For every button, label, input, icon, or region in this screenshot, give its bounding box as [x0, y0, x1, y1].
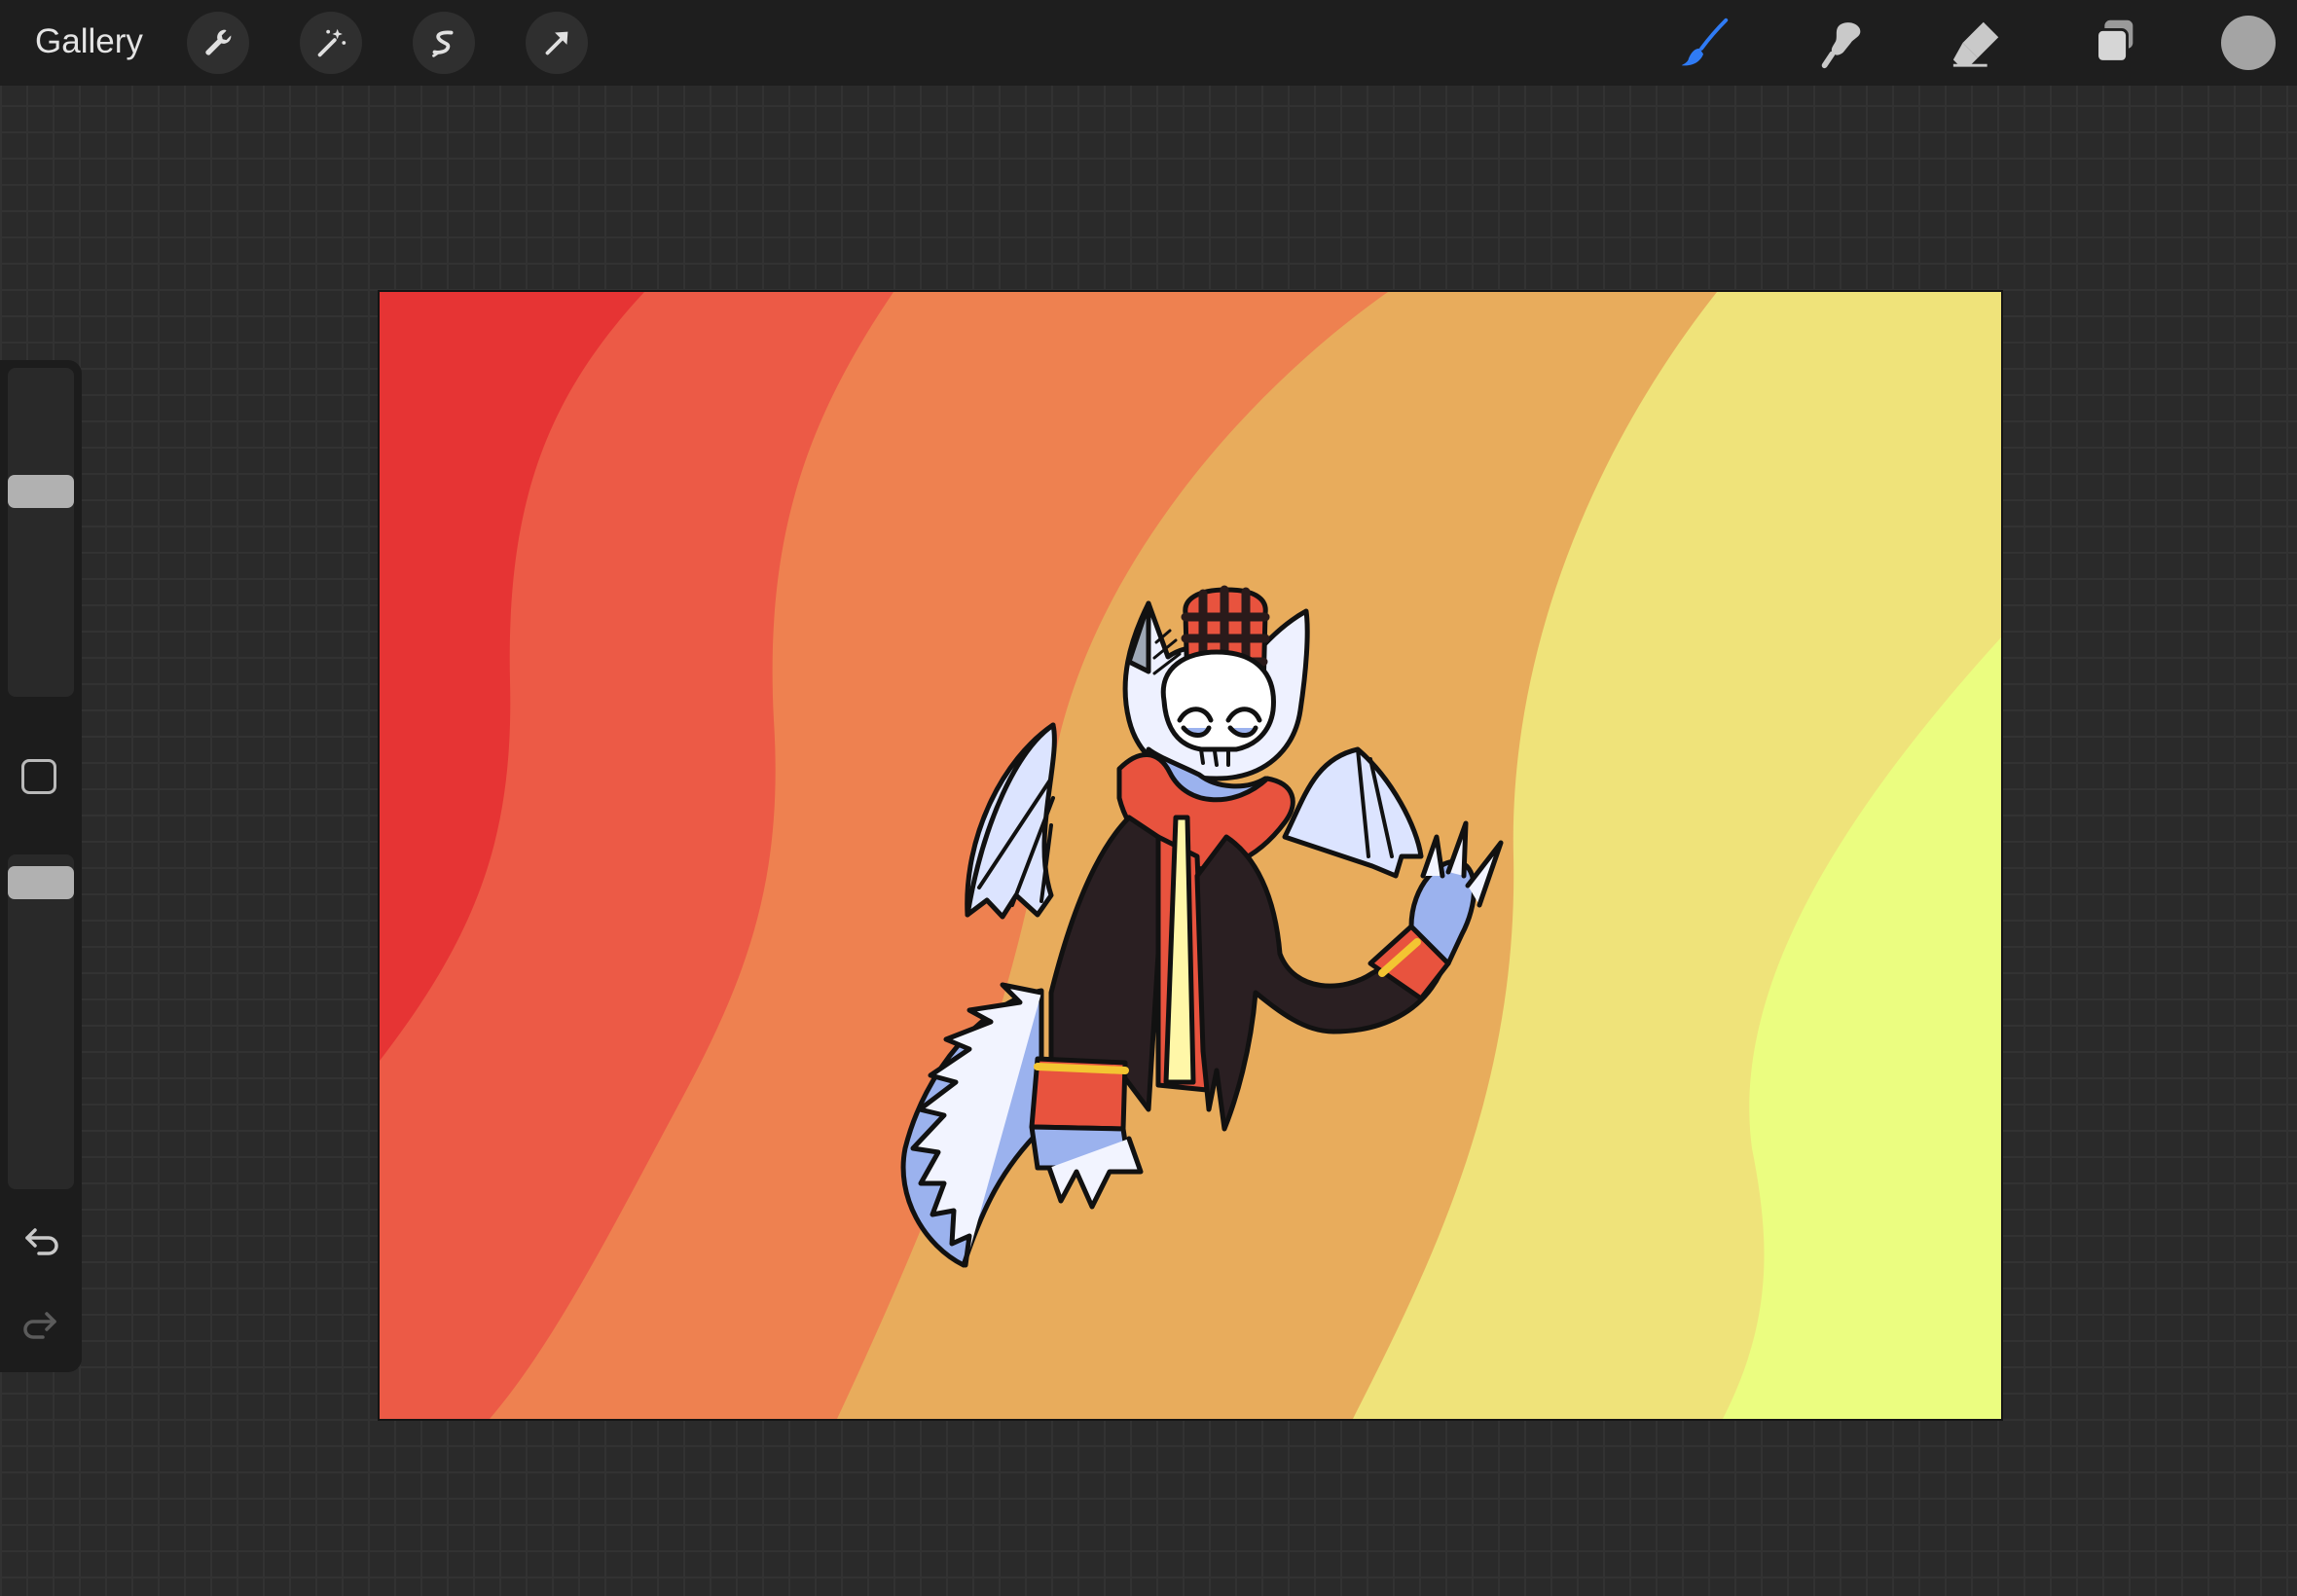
undo-button[interactable] — [19, 1216, 62, 1259]
eraser-button[interactable] — [1949, 14, 2007, 72]
redo-button[interactable] — [19, 1300, 62, 1343]
transform-arrow-icon — [545, 31, 568, 55]
undo-arrow-icon — [25, 1228, 58, 1255]
layers-button[interactable] — [2085, 14, 2143, 72]
selection-s-icon — [432, 30, 454, 57]
opacity-slider-thumb[interactable] — [8, 866, 74, 899]
eraser-icon — [1952, 21, 1999, 67]
drawing-canvas[interactable] — [380, 292, 2001, 1419]
brush-button[interactable] — [1676, 14, 1734, 72]
redo-arrow-icon — [23, 1312, 56, 1339]
left-sidebar — [0, 360, 82, 1372]
smudge-button[interactable] — [1812, 14, 1871, 72]
layers-icon — [2096, 19, 2133, 63]
brush-size-slider-thumb[interactable] — [8, 475, 74, 508]
magic-wand-icon — [317, 28, 346, 57]
wrench-icon — [205, 29, 232, 55]
artwork — [380, 292, 2001, 1419]
opacity-slider[interactable] — [8, 854, 74, 1189]
top-toolbar: Gallery — [0, 0, 2297, 86]
gallery-button[interactable]: Gallery — [35, 19, 143, 64]
selection-button[interactable] — [413, 12, 475, 74]
actions-button[interactable] — [187, 12, 249, 74]
smudge-icon — [1821, 22, 1861, 69]
brush-size-slider[interactable] — [8, 368, 74, 697]
color-picker-button[interactable] — [2221, 16, 2276, 70]
modify-button[interactable] — [21, 759, 56, 794]
transform-button[interactable] — [526, 12, 588, 74]
adjustments-button[interactable] — [300, 12, 362, 74]
brush-icon — [1681, 18, 1729, 66]
